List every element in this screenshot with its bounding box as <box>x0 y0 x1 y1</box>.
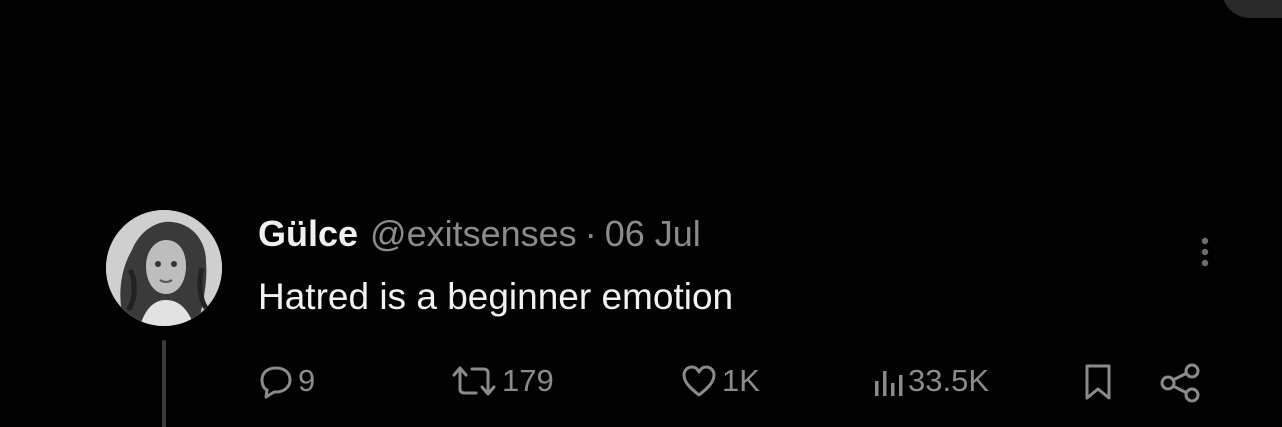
user-handle[interactable]: @exitsenses <box>370 213 577 255</box>
retweet-arrows-icon <box>450 363 498 399</box>
corner-overlay <box>1222 0 1282 18</box>
tweet-screenshot: Gülce @exitsenses · 06 Jul Hatred is a b… <box>0 0 1282 427</box>
retweet-count: 179 <box>502 363 554 398</box>
reply-count: 9 <box>298 363 316 398</box>
display-name[interactable]: Gülce <box>258 213 358 255</box>
separator-dot: · <box>584 213 597 254</box>
views-button[interactable]: 33.5K <box>872 358 989 404</box>
views-count: 33.5K <box>908 363 990 398</box>
tweet-date[interactable]: 06 Jul <box>605 213 701 255</box>
share-nodes-icon <box>1158 363 1204 408</box>
retweet-button[interactable]: 179 <box>450 358 554 404</box>
tweet-header: Gülce @exitsenses · 06 Jul <box>258 210 701 258</box>
share-button[interactable] <box>1158 362 1204 404</box>
like-button[interactable]: 1K <box>680 358 760 404</box>
avatar[interactable] <box>106 210 222 326</box>
vertical-dots-icon <box>1188 237 1222 276</box>
speech-bubble-icon <box>258 363 294 399</box>
bar-chart-icon <box>872 363 904 399</box>
bookmark-button[interactable] <box>1080 362 1126 404</box>
tweet-text: Hatred is a beginner emotion <box>258 276 734 317</box>
thread-line <box>162 340 166 427</box>
heart-icon <box>680 363 718 399</box>
more-options-button[interactable] <box>1188 232 1222 272</box>
reply-button[interactable]: 9 <box>258 358 315 404</box>
like-count: 1K <box>722 363 760 398</box>
bookmark-icon <box>1080 364 1116 406</box>
